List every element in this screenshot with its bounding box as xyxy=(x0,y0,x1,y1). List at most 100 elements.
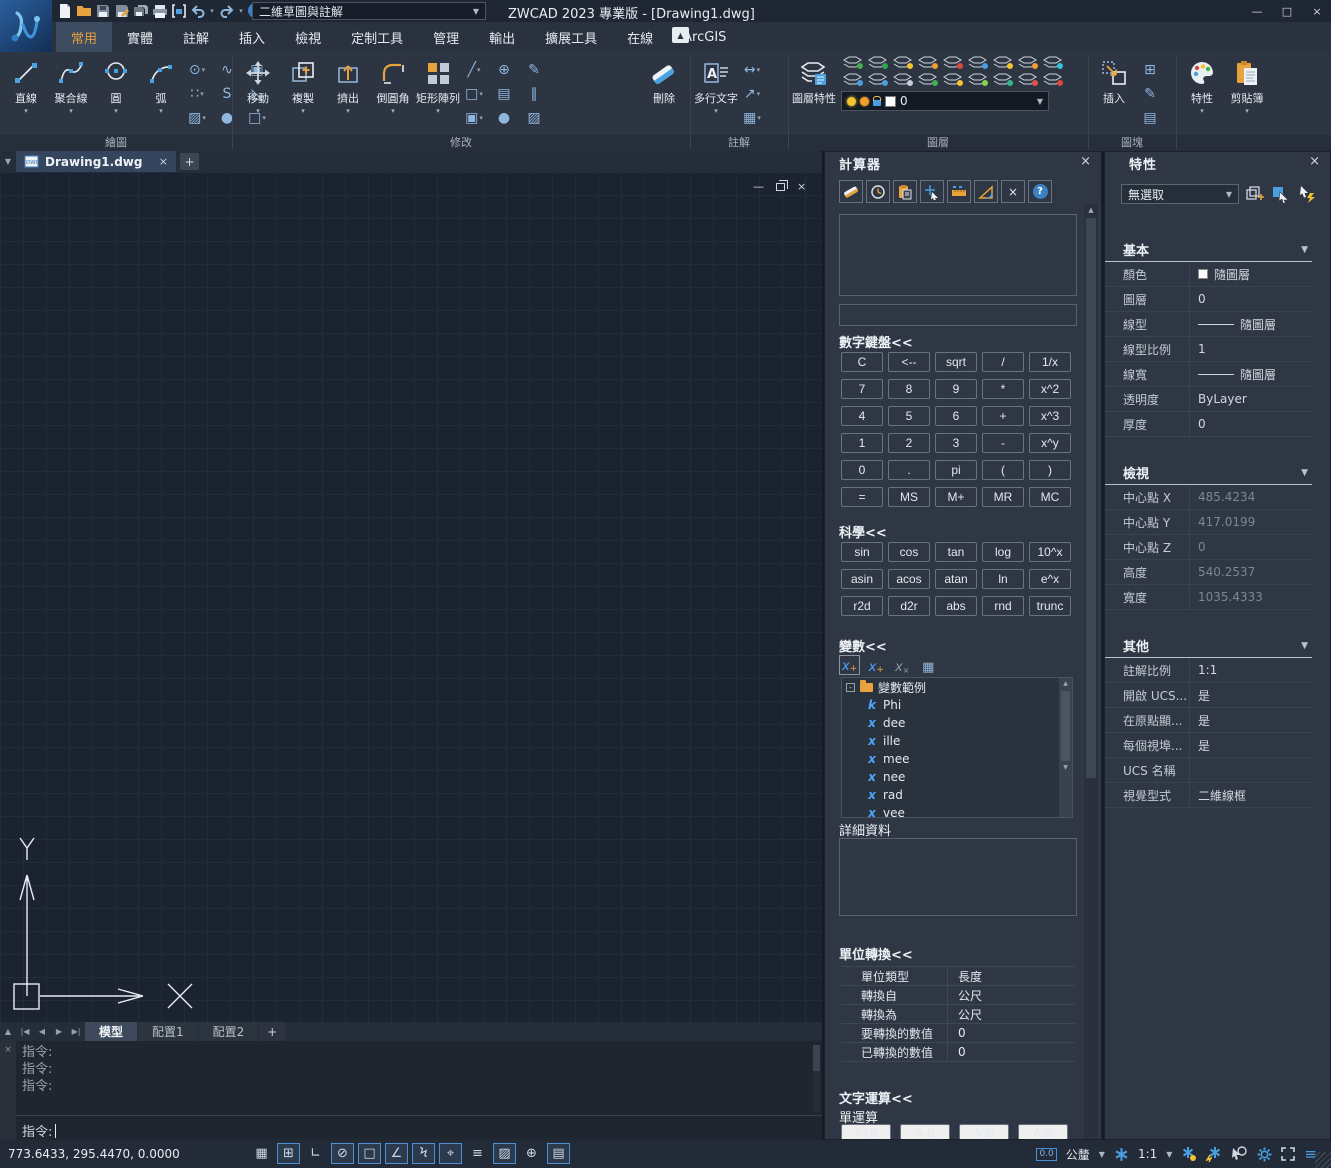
close-button[interactable]: × xyxy=(1309,5,1325,18)
attributes-icon[interactable]: ▤ xyxy=(1137,106,1163,130)
annotation-autoscale-icon[interactable] xyxy=(1206,1146,1222,1162)
layout-tab-2[interactable]: 配置1 xyxy=(138,1022,198,1041)
layer-merge-icon[interactable] xyxy=(991,71,1014,87)
zwcad-logo-icon[interactable] xyxy=(0,0,52,52)
calc-key[interactable]: M+ xyxy=(935,487,977,507)
variable-row[interactable]: xdee xyxy=(842,714,1072,732)
variable-row[interactable]: xvee xyxy=(842,804,1072,818)
variables-tree-scrollbar[interactable]: ▲▼ xyxy=(1059,678,1072,817)
calc-key[interactable]: x^2 xyxy=(1029,379,1071,399)
unit-label[interactable]: 公釐 xyxy=(1066,1146,1090,1163)
property-value[interactable]: 1035.4333 xyxy=(1189,585,1312,609)
layout-tab-3[interactable]: 配置2 xyxy=(199,1022,259,1041)
save-as-icon[interactable] xyxy=(113,2,130,19)
calculator-history-box[interactable] xyxy=(839,214,1077,296)
calc-key[interactable]: 4 xyxy=(841,406,883,426)
variable-row[interactable]: xmee xyxy=(842,750,1072,768)
ribbon-button-clipboard[interactable]: 剪貼簿▾ xyxy=(1225,54,1269,134)
ribbon-tab-2[interactable]: 實體 xyxy=(112,22,168,52)
property-value[interactable]: 隨圖層 xyxy=(1189,262,1312,286)
layout-tab-1[interactable]: 模型 xyxy=(85,1022,137,1041)
property-value[interactable]: 0 xyxy=(1189,535,1312,559)
calc-key[interactable]: 7 xyxy=(841,379,883,399)
selection-cycling-toggle[interactable]: ⊕ xyxy=(520,1143,543,1164)
divide-icon[interactable]: ∷▾ xyxy=(184,82,210,106)
calculator-input-field[interactable] xyxy=(839,304,1077,326)
ribbon-tab-1[interactable]: 常用 xyxy=(56,22,112,52)
settings-gear-icon[interactable] xyxy=(1257,1147,1272,1162)
selection-dropdown[interactable]: 無選取 ▼ xyxy=(1121,184,1239,204)
block-editor-icon[interactable]: ✎ xyxy=(1137,82,1163,106)
calc-key[interactable]: MS xyxy=(888,487,930,507)
sci-key[interactable]: asin xyxy=(841,569,883,589)
prev-layout-icon[interactable]: ◀ xyxy=(34,1022,50,1041)
sci-key[interactable]: d2r xyxy=(888,596,930,616)
unit-table-row[interactable]: 已轉換的數值0 xyxy=(841,1043,1075,1062)
layer-vpfreeze-icon[interactable] xyxy=(1016,71,1039,87)
calc-key[interactable]: ) xyxy=(1029,460,1071,480)
quick-properties-toggle[interactable]: ▤ xyxy=(547,1143,570,1164)
text-op-button[interactable]: A+B xyxy=(841,1124,891,1140)
layer-previous-icon[interactable] xyxy=(891,71,914,87)
layer-unlock-icon[interactable] xyxy=(966,54,989,70)
next-layout-icon[interactable]: ▶ xyxy=(51,1022,67,1041)
layer-on-icon[interactable] xyxy=(916,54,939,70)
calc-key[interactable]: . xyxy=(888,460,930,480)
undo-icon[interactable] xyxy=(189,2,206,19)
open-file-icon[interactable] xyxy=(75,2,92,19)
sci-key[interactable]: r2d xyxy=(841,596,883,616)
object-snap-toggle[interactable]: □ xyxy=(358,1143,381,1164)
calc-key[interactable]: 8 xyxy=(888,379,930,399)
property-value[interactable]: 隨圖層 xyxy=(1189,362,1312,386)
calc-key[interactable]: MR xyxy=(982,487,1024,507)
grid-display-toggle[interactable]: ▦ xyxy=(250,1143,273,1164)
command-scrollbar[interactable] xyxy=(813,1045,820,1111)
property-value[interactable]: 是 xyxy=(1189,683,1312,707)
property-value[interactable]: 二維線框 xyxy=(1189,783,1312,807)
property-value[interactable]: 1:1 xyxy=(1189,658,1312,682)
layer-combo[interactable]: 0▼ xyxy=(841,91,1049,111)
section-header[interactable]: 基本▼ xyxy=(1105,238,1312,262)
paste-to-command-icon[interactable] xyxy=(893,180,917,203)
variable-row[interactable]: xrad xyxy=(842,786,1072,804)
ortho-toggle[interactable]: ∟ xyxy=(304,1143,327,1164)
scale-dropdown-icon[interactable]: ▼ xyxy=(1166,1150,1172,1159)
section-header[interactable]: 檢視▼ xyxy=(1105,461,1312,485)
drawing-close-button[interactable]: × xyxy=(797,180,806,193)
delete-variable-icon[interactable]: x× xyxy=(892,655,912,675)
last-layout-icon[interactable]: ▶| xyxy=(68,1022,84,1041)
ribbon-tab-4[interactable]: 插入 xyxy=(224,22,280,52)
ribbon-button-circle[interactable]: 圓▾ xyxy=(94,54,138,134)
history-icon[interactable] xyxy=(866,180,890,203)
document-close-icon[interactable]: × xyxy=(159,155,168,168)
properties-close-icon[interactable]: × xyxy=(1309,154,1320,169)
document-menu-icon[interactable]: ▼ xyxy=(0,157,16,166)
quick-select-icon[interactable] xyxy=(1243,184,1267,204)
calc-key[interactable]: 9 xyxy=(935,379,977,399)
calc-key[interactable]: / xyxy=(982,352,1024,372)
annotation-scale-label[interactable]: 1:1 xyxy=(1138,1147,1157,1161)
new-file-icon[interactable] xyxy=(56,2,73,19)
calc-key[interactable]: 5 xyxy=(888,406,930,426)
calc-key[interactable]: 6 xyxy=(935,406,977,426)
keypad-section-label[interactable]: 數字鍵盤<< xyxy=(839,332,913,351)
layer-delete-icon[interactable] xyxy=(1041,71,1064,87)
ribbon-button-fillet[interactable]: 倒圓角▾ xyxy=(371,54,415,134)
unit-table-row[interactable]: 單位類型長度 xyxy=(841,967,1075,986)
object-snap-tracking-toggle[interactable]: ∠ xyxy=(385,1143,408,1164)
layer-freeze-icon[interactable] xyxy=(841,54,864,70)
layer-unisolate-icon[interactable] xyxy=(966,71,989,87)
command-prompt[interactable]: 指令: xyxy=(22,1121,56,1140)
ribbon-button-arc[interactable]: 弧▾ xyxy=(139,54,183,134)
unit-table-row[interactable]: 轉換自公尺 xyxy=(841,986,1075,1005)
variable-row[interactable]: xille xyxy=(842,732,1072,750)
selection-filter-icon[interactable] xyxy=(1231,1146,1248,1162)
ribbon-tab-9[interactable]: 擴展工具 xyxy=(530,22,612,52)
toggle-pickadd-icon[interactable] xyxy=(1295,184,1319,204)
offset-icon[interactable]: □▾ xyxy=(461,82,487,106)
sci-key[interactable]: cos xyxy=(888,542,930,562)
ribbon-button-erase[interactable]: 刪除 xyxy=(642,54,686,134)
calc-key[interactable]: + xyxy=(982,406,1024,426)
calc-key[interactable]: x^y xyxy=(1029,433,1071,453)
text-op-button[interactable]: A-B xyxy=(900,1124,950,1140)
